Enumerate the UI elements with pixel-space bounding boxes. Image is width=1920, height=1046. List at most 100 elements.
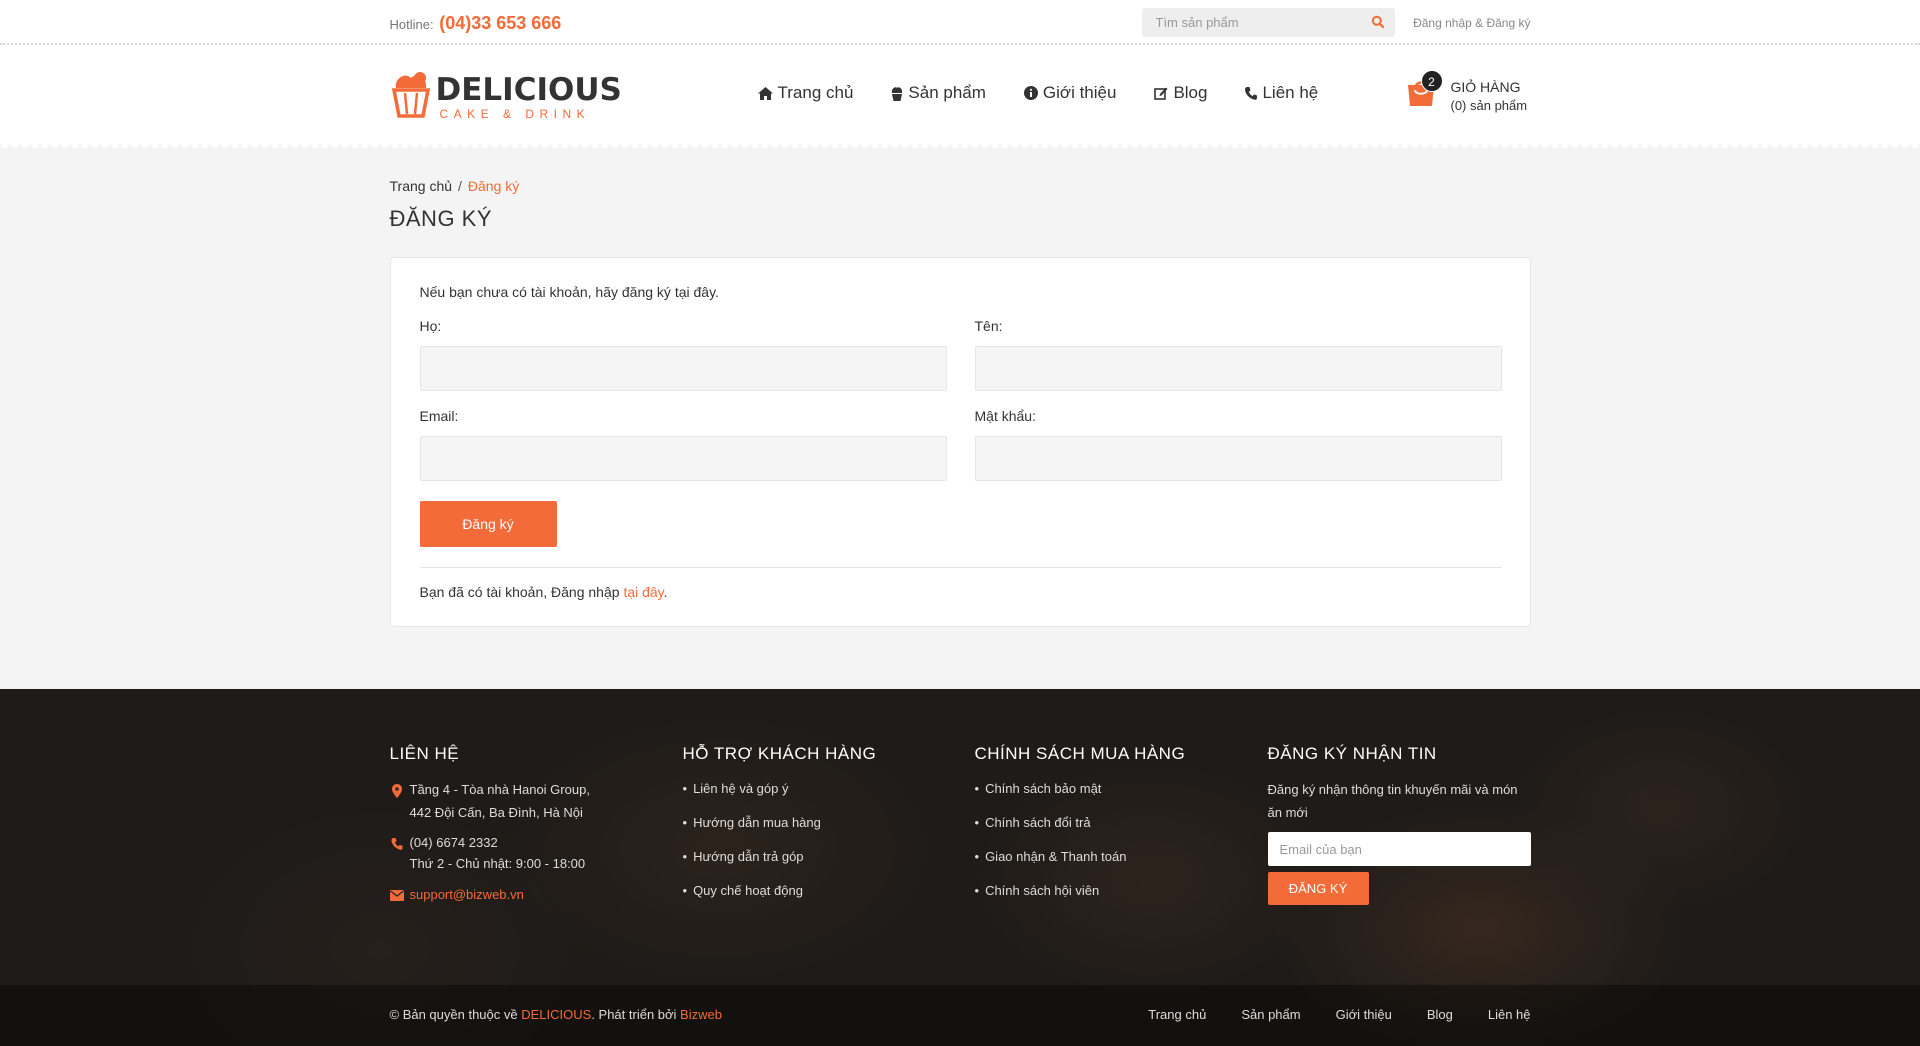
footer-policy-list: Chính sách bảo mật Chính sách đổi trả Gi…: [975, 772, 1255, 908]
footer-address: Tầng 4 - Tòa nhà Hanoi Group,: [390, 778, 670, 801]
top-bar: Hotline: (04)33 653 666 Đăng nhập & Đăng…: [0, 0, 1920, 45]
newsletter-email-input[interactable]: [1267, 832, 1531, 866]
logo-brand: DELICIOUS: [435, 72, 622, 108]
first-name-label: Tên:: [974, 318, 1003, 334]
hotline: Hotline: (04)33 653 666: [390, 13, 562, 34]
footer-support-item[interactable]: Quy chế hoạt động: [683, 874, 963, 908]
password-field[interactable]: [974, 436, 1502, 481]
login-prompt: Bạn đã có tài khoản, Đăng nhập tại đây.: [420, 584, 668, 600]
info-icon: [1023, 86, 1038, 100]
nav-contact[interactable]: Liên hệ: [1245, 83, 1318, 103]
copyright-middle: . Phát triển bởi: [591, 1007, 681, 1022]
search-icon[interactable]: [1371, 15, 1385, 29]
login-register-link[interactable]: Đăng nhập & Đăng ký: [1413, 16, 1530, 30]
footer-support-item[interactable]: Liên hệ và góp ý: [683, 772, 963, 806]
register-button[interactable]: Đăng ký: [419, 501, 557, 547]
copyright-brand-link[interactable]: DELICIOUS: [521, 1007, 591, 1022]
password-group: Mật khẩu:: [974, 408, 1502, 481]
home-icon: [757, 86, 773, 100]
register-intro: Nếu bạn chưa có tài khoản, hãy đăng ký t…: [419, 284, 719, 300]
main-content: Trang chủ / Đăng ký ĐĂNG KÝ Nếu bạn chưa c…: [0, 144, 1920, 689]
nav-about[interactable]: Giới thiệu: [1023, 83, 1117, 103]
email-field[interactable]: [419, 436, 947, 481]
footer-policy: CHÍNH SÁCH MUA HÀNG Chính sách bảo mật C…: [975, 744, 1255, 908]
cart-badge: 2: [1420, 70, 1443, 92]
last-name-label: Họ:: [419, 318, 442, 334]
newsletter-text: Đăng ký nhận thông tin khuyến mãi và món…: [1267, 782, 1518, 820]
footer-nav-home[interactable]: Trang chủ: [1148, 1007, 1206, 1022]
footer-support-heading: HỖ TRỢ KHÁCH HÀNG: [682, 744, 877, 763]
cart-title: GIỎ HÀNG: [1450, 79, 1521, 95]
footer-support-item[interactable]: Hướng dẫn mua hàng: [683, 806, 963, 840]
footer-policy-item[interactable]: Chính sách đổi trả: [975, 806, 1255, 840]
header: DELICIOUS CAKE & DRINK Trang chủ Sản phẩ…: [0, 45, 1920, 150]
logo-tagline: CAKE & DRINK: [439, 107, 591, 121]
newsletter-subscribe-button[interactable]: ĐĂNG KÝ: [1267, 872, 1369, 905]
opening-hours: Thứ 2 - Chủ nhật: 9:00 - 18:00: [409, 856, 586, 871]
phone-icon: [390, 837, 403, 850]
nav-home[interactable]: Trang chủ: [757, 83, 854, 103]
footer-support-item[interactable]: Hướng dẫn trả góp: [683, 840, 963, 874]
footer-policy-item[interactable]: Chính sách bảo mật: [975, 772, 1255, 806]
footer-policy-item[interactable]: Giao nhận & Thanh toán: [975, 840, 1255, 874]
footer-nav-about[interactable]: Giới thiệu: [1336, 1007, 1392, 1022]
nav-blog-label: Blog: [1173, 83, 1208, 102]
footer: LIÊN HỆ Tầng 4 - Tòa nhà Hanoi Group, 44…: [0, 689, 1920, 1046]
footer-support: HỖ TRỢ KHÁCH HÀNG Liên hệ và góp ý Hướng…: [683, 744, 963, 908]
footer-support-list: Liên hệ và góp ý Hướng dẫn mua hàng Hướn…: [683, 772, 963, 908]
footer-contact-heading: LIÊN HỆ: [389, 744, 460, 763]
logo[interactable]: DELICIOUS CAKE & DRINK: [390, 70, 622, 121]
footer-email: support@bizweb.vn: [389, 883, 670, 906]
cupcake-logo-icon: [391, 72, 430, 118]
register-form-card: Nếu bạn chưa có tài khoản, hãy đăng ký t…: [389, 257, 1531, 627]
first-name-field[interactable]: [974, 346, 1502, 391]
cart-count: (0) sản phẩm: [1450, 98, 1528, 113]
form-divider: [419, 567, 1502, 568]
phone-icon: [1245, 86, 1258, 100]
first-name-group: Tên:: [974, 318, 1502, 391]
footer-nav: Trang chủ Sản phẩm Giới thiệu Blog Liên …: [1113, 1007, 1530, 1022]
search-input[interactable]: [1141, 8, 1380, 37]
hotline-label: Hotline:: [389, 17, 434, 32]
footer-policy-item[interactable]: Chính sách hội viên: [975, 874, 1255, 908]
copyright: © Bản quyền thuộc về DELICIOUS. Phát tri…: [390, 1007, 722, 1022]
search-box: [1141, 8, 1395, 37]
nav-products[interactable]: Sản phẩm: [891, 83, 986, 103]
cupcake-icon: [892, 86, 903, 101]
breadcrumb-current: Đăng ký: [467, 178, 520, 194]
footer-newsletter-heading: ĐĂNG KÝ NHẬN TIN: [1267, 744, 1437, 763]
cart[interactable]: 2 GIỎ HÀNG (0) sản phẩm: [1406, 70, 1531, 120]
nav-about-label: Giới thiệu: [1042, 83, 1117, 102]
nav-home-label: Trang chủ: [777, 83, 854, 102]
password-label: Mật khẩu:: [974, 408, 1036, 424]
footer-phone: (04) 6674 2332: [390, 831, 670, 854]
nav-contact-label: Liên hệ: [1262, 83, 1319, 102]
footer-phone-number: (04) 6674 2332: [409, 835, 498, 850]
login-prompt-end: .: [663, 584, 668, 600]
support-email-link[interactable]: support@bizweb.vn: [410, 887, 524, 902]
nav-blog[interactable]: Blog: [1154, 83, 1207, 103]
login-prompt-text: Bạn đã có tài khoản, Đăng nhập: [419, 584, 624, 600]
footer-nav-blog[interactable]: Blog: [1427, 1007, 1453, 1022]
footer-nav-contact[interactable]: Liên hệ: [1488, 1007, 1531, 1022]
email-label: Email:: [419, 408, 459, 424]
footer-policy-heading: CHÍNH SÁCH MUA HÀNG: [974, 744, 1186, 763]
email-group: Email:: [419, 408, 947, 481]
breadcrumb-separator: /: [458, 178, 462, 194]
nav-products-label: Sản phẩm: [908, 83, 986, 102]
footer-nav-products[interactable]: Sản phẩm: [1241, 1007, 1300, 1022]
footer-bottom-bar: © Bản quyền thuộc về DELICIOUS. Phát tri…: [0, 985, 1920, 1046]
hotline-number[interactable]: (04)33 653 666: [439, 13, 561, 33]
page-title: ĐĂNG KÝ: [389, 206, 493, 231]
envelope-icon: [389, 890, 404, 902]
breadcrumb-home[interactable]: Trang chủ: [390, 178, 453, 194]
developer-link[interactable]: Bizweb: [680, 1007, 722, 1022]
footer-newsletter: ĐĂNG KÝ NHẬN TIN Đăng ký nhận thông tin …: [1267, 744, 1531, 905]
edit-icon: [1154, 87, 1168, 100]
login-link[interactable]: tại đây: [623, 584, 663, 600]
last-name-group: Họ:: [419, 318, 947, 391]
copyright-prefix: © Bản quyền thuộc về: [389, 1007, 522, 1022]
map-marker-icon: [391, 783, 402, 798]
last-name-field[interactable]: [419, 346, 947, 391]
address-line-2: 442 Đội Cấn, Ba Đình, Hà Nội: [409, 805, 583, 820]
